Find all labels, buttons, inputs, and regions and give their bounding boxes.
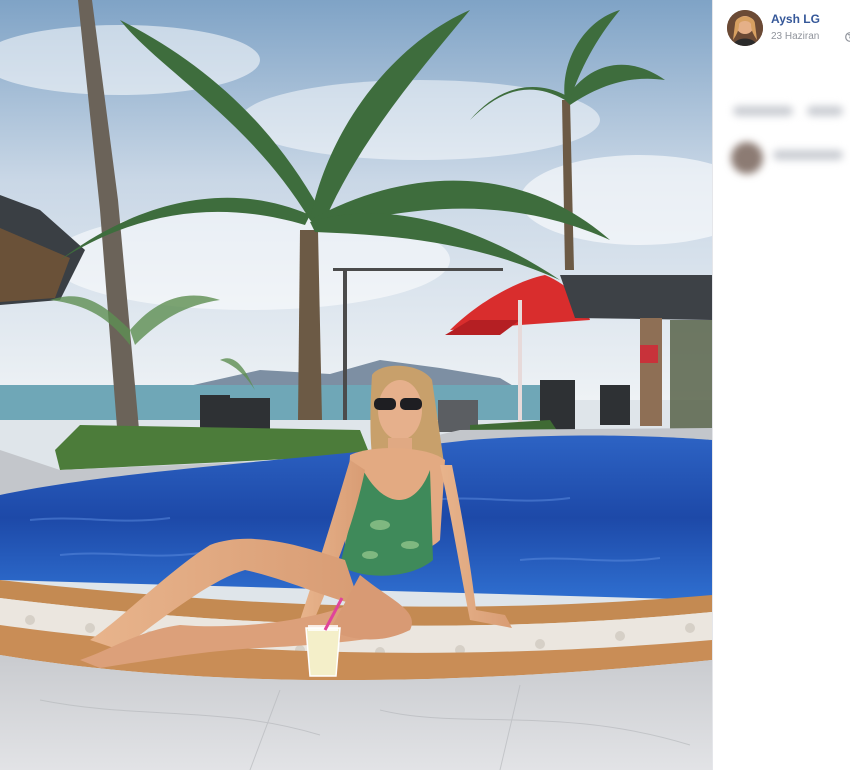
pool-scene-image: [0, 0, 712, 770]
blurred-comments: [727, 92, 850, 192]
post-photo[interactable]: [0, 0, 712, 770]
avatar[interactable]: [727, 10, 763, 46]
globe-icon: [845, 32, 850, 42]
avatar-image: [727, 10, 763, 46]
author-name-link[interactable]: Aysh LG: [771, 12, 820, 26]
post-sidebar: Aysh LG 23 Haziran: [712, 0, 850, 770]
post-header: Aysh LG 23 Haziran: [727, 10, 850, 46]
post-timestamp[interactable]: 23 Haziran: [771, 31, 819, 42]
